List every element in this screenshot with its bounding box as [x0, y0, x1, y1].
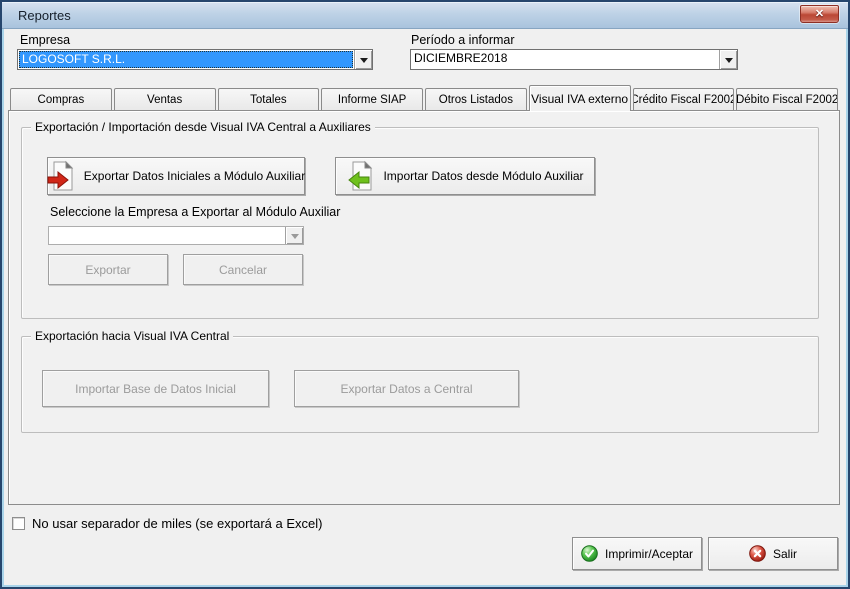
group-export-central-title: Exportación hacia Visual IVA Central	[31, 329, 233, 343]
chevron-down-icon	[291, 234, 299, 243]
empresa-label: Empresa	[20, 33, 70, 47]
salir-label: Salir	[773, 547, 797, 561]
tab-strip: Compras Ventas Totales Informe SIAP Otro…	[10, 85, 840, 110]
tab-visual-iva-externo[interactable]: Visual IVA externo	[529, 85, 631, 111]
cancelar-button[interactable]: Cancelar	[183, 254, 303, 285]
importar-base-datos-button[interactable]: Importar Base de Datos Inicial	[42, 370, 269, 407]
tab-otros-listados[interactable]: Otros Listados	[425, 88, 527, 110]
tab-ventas[interactable]: Ventas	[114, 88, 216, 110]
empresa-combobox[interactable]: LOGOSOFT S.R.L.	[17, 49, 373, 70]
green-check-icon	[581, 545, 598, 562]
imprimir-aceptar-label: Imprimir/Aceptar	[605, 547, 693, 561]
importar-datos-desde-button[interactable]: Importar Datos desde Módulo Auxiliar	[335, 157, 595, 195]
empresa-combobox-dropdown-button[interactable]	[354, 50, 372, 69]
tab-totales[interactable]: Totales	[218, 88, 320, 110]
import-document-green-arrow-icon	[346, 160, 376, 192]
reportes-dialog: Reportes ✕ Empresa LOGOSOFT S.R.L. Perío…	[0, 0, 850, 589]
exportar-datos-iniciales-label: Exportar Datos Iniciales a Módulo Auxili…	[84, 169, 305, 183]
empresa-exportar-combobox[interactable]	[48, 226, 304, 245]
periodo-combobox-value[interactable]: DICIEMBRE2018	[411, 50, 719, 69]
tab-credito-fiscal-f2002[interactable]: Crédito Fiscal F2002	[633, 88, 735, 110]
exportar-datos-iniciales-button[interactable]: Exportar Datos Iniciales a Módulo Auxili…	[47, 157, 305, 195]
export-document-red-arrow-icon	[47, 160, 77, 192]
exportar-button-label: Exportar	[85, 263, 130, 277]
empresa-exportar-combobox-value[interactable]	[49, 227, 285, 244]
close-icon: ✕	[815, 9, 824, 20]
chevron-down-icon	[725, 58, 733, 67]
close-button[interactable]: ✕	[800, 5, 839, 23]
window-title: Reportes	[18, 2, 71, 29]
tab-page-visual-iva-externo: Exportación / Importación desde Visual I…	[8, 110, 840, 505]
group-export-import: Exportación / Importación desde Visual I…	[21, 127, 819, 319]
group-export-central: Exportación hacia Visual IVA Central Imp…	[21, 336, 819, 433]
group-export-import-title: Exportación / Importación desde Visual I…	[31, 120, 375, 134]
periodo-combobox-dropdown-button[interactable]	[719, 50, 737, 69]
tab-compras[interactable]: Compras	[10, 88, 112, 110]
tab-informe-siap[interactable]: Informe SIAP	[321, 88, 423, 110]
exportar-datos-central-label: Exportar Datos a Central	[340, 382, 472, 396]
chevron-down-icon	[360, 58, 368, 67]
titlebar[interactable]: Reportes ✕	[2, 2, 848, 29]
importar-base-datos-label: Importar Base de Datos Inicial	[75, 382, 236, 396]
red-x-icon	[749, 545, 766, 562]
empresa-exportar-combobox-dropdown-button[interactable]	[285, 227, 303, 244]
tab-debito-fiscal-f2002[interactable]: Débito Fiscal F2002	[736, 88, 838, 110]
seleccione-empresa-label: Seleccione la Empresa a Exportar al Módu…	[50, 205, 340, 219]
no-separador-checkbox-label: No usar separador de miles (se exportará…	[32, 516, 322, 531]
empresa-combobox-value[interactable]: LOGOSOFT S.R.L.	[19, 51, 353, 68]
periodo-label: Período a informar	[411, 33, 515, 47]
no-separador-checkbox[interactable]	[12, 517, 25, 530]
exportar-datos-central-button[interactable]: Exportar Datos a Central	[294, 370, 519, 407]
periodo-combobox[interactable]: DICIEMBRE2018	[410, 49, 738, 70]
salir-button[interactable]: Salir	[708, 537, 838, 570]
cancelar-button-label: Cancelar	[219, 263, 267, 277]
exportar-button[interactable]: Exportar	[48, 254, 168, 285]
importar-datos-desde-label: Importar Datos desde Módulo Auxiliar	[383, 169, 583, 183]
imprimir-aceptar-button[interactable]: Imprimir/Aceptar	[572, 537, 702, 570]
